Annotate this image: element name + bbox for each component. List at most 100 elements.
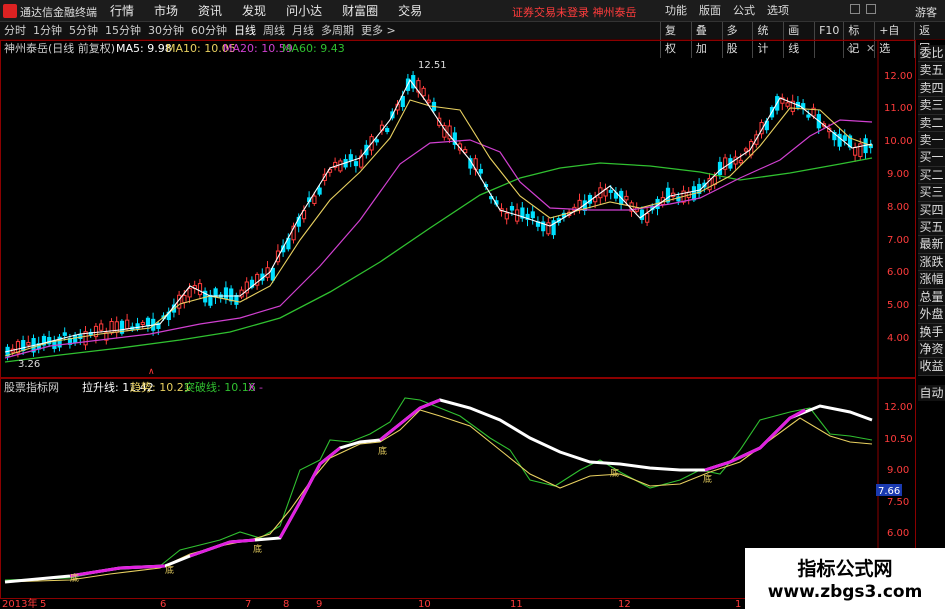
tab-daily[interactable]: 日线 (234, 22, 256, 40)
login-notice[interactable]: 证券交易未登录 神州泰岳 (512, 4, 637, 20)
y-tick: 12.00 (884, 71, 913, 82)
menu-discover[interactable]: 发现 (242, 0, 266, 22)
watermark-title: 指标公式网 (797, 558, 893, 580)
candle-body (270, 267, 275, 281)
maximize-icon[interactable] (866, 4, 876, 14)
period-tabs: 分时 1分钟 5分钟 15分钟 30分钟 60分钟 日线 周线 月线 多周期 更… (4, 22, 403, 40)
bottom-marker: 底 (610, 467, 619, 479)
sub-y-tick: 6.00 (887, 528, 909, 539)
sidebar-item[interactable]: 买一 (918, 149, 945, 167)
sidebar-item[interactable]: 最新 (918, 236, 945, 254)
sub-y-tick: 9.00 (887, 465, 909, 476)
sidebar-item[interactable]: 换手 (918, 323, 945, 341)
y-tick: 7.00 (887, 235, 909, 246)
candle-body (645, 213, 650, 223)
candle-body (374, 139, 379, 143)
menu-market[interactable]: 市场 (154, 0, 178, 22)
menu-layout[interactable]: 版面 (699, 0, 721, 22)
sub-y-tick: 10.50 (884, 434, 913, 445)
sidebar-item[interactable]: 卖五 (918, 62, 945, 80)
main-title: 神州泰岳(日线 前复权) (4, 41, 115, 55)
candle-body (743, 148, 749, 152)
sub-y-axis: 12.00 10.50 9.00 7.50 6.00 (884, 402, 913, 539)
sidebar-item[interactable]: 涨跌 (918, 253, 945, 272)
sidebar-item[interactable]: 买五 (918, 219, 945, 237)
candle-body (125, 319, 130, 330)
menu-function[interactable]: 功能 (665, 0, 687, 22)
menu-quotes[interactable]: 行情 (110, 0, 134, 22)
sidebar-item[interactable]: 总量 (918, 288, 945, 307)
candle-body (348, 154, 353, 161)
x-tick: 5 (40, 599, 46, 609)
trend-line (4, 409, 873, 583)
candle-body (639, 209, 645, 220)
tab-30min[interactable]: 30分钟 (148, 22, 184, 40)
bottom-marker: 底 (703, 473, 712, 485)
minimize-icon[interactable] (850, 4, 860, 14)
menu-trade[interactable]: 交易 (398, 0, 422, 22)
tab-monthly[interactable]: 月线 (292, 22, 314, 40)
candlestick-series (5, 71, 873, 361)
auto-button[interactable]: 自动 (918, 385, 945, 401)
tab-more[interactable]: 更多 > (361, 22, 396, 40)
menu-formula[interactable]: 公式 (733, 0, 755, 22)
tab-60min[interactable]: 60分钟 (191, 22, 227, 40)
sidebar-item[interactable]: 买四 (918, 201, 945, 220)
y-tick: 6.00 (887, 267, 909, 278)
chart-svg[interactable]: 神州泰岳(日线 前复权) MA5: 9.98 MA10: 10.05 MA20:… (0, 40, 945, 609)
candle-body (223, 287, 229, 300)
watermark-url: www.zbgs3.com (767, 582, 923, 602)
sidebar-item[interactable]: 涨幅 (918, 271, 945, 289)
sidebar-item[interactable]: 收益 (918, 358, 945, 376)
menu-assistant[interactable]: 问小达 (286, 0, 322, 22)
tab-timeshare[interactable]: 分时 (4, 22, 26, 40)
ma5-legend: MA5: 9.98 (116, 42, 172, 55)
x-tick: 11 (510, 599, 523, 609)
y-tick: 5.00 (887, 300, 909, 311)
candle-body (145, 317, 151, 327)
bottom-marker: 底 (165, 564, 174, 576)
tab-weekly[interactable]: 周线 (263, 22, 285, 40)
ma10-line (4, 99, 873, 357)
settings-icon[interactable]: ◇ (847, 42, 856, 55)
sub-title: 股票指标网 (4, 380, 59, 394)
tab-5min[interactable]: 5分钟 (69, 22, 98, 40)
sidebar-item[interactable]: 卖三 (918, 97, 945, 115)
sidebar-item[interactable]: 卖四 (918, 79, 945, 98)
x-tick: 10 (418, 599, 431, 609)
candle-body (353, 161, 359, 167)
sidebar-item[interactable]: 净资 (918, 340, 945, 359)
menu-news[interactable]: 资讯 (198, 0, 222, 22)
menu-wealth[interactable]: 财富圈 (342, 0, 378, 22)
expand-icon[interactable]: ✕ (866, 42, 875, 55)
candle-body (421, 87, 426, 97)
candle-body (504, 212, 509, 220)
high-label: 12.51 (418, 60, 447, 71)
right-menu: 功能 版面 公式 选项 (665, 0, 801, 22)
sidebar-item[interactable]: 卖二 (918, 114, 945, 133)
tab-15min[interactable]: 15分钟 (105, 22, 141, 40)
watermark: 指标公式网 www.zbgs3.com (745, 548, 945, 609)
candle-body (73, 334, 78, 344)
candle-body (26, 341, 31, 346)
menu-options[interactable]: 选项 (767, 0, 789, 22)
candle-body (182, 294, 187, 303)
sidebar-item[interactable]: 买三 (918, 184, 945, 202)
tab-multi-period[interactable]: 多周期 (321, 22, 354, 40)
chart-area[interactable]: 神州泰岳(日线 前复权) MA5: 9.98 MA10: 10.05 MA20:… (0, 40, 945, 609)
candle-body (530, 211, 535, 219)
main-y-axis: 12.00 11.00 10.00 9.00 8.00 7.00 6.00 5.… (884, 71, 913, 344)
tab-1min[interactable]: 1分钟 (33, 22, 62, 40)
sidebar-item[interactable]: 卖一 (918, 132, 945, 150)
x-tick: 7 (245, 599, 251, 609)
y-tick: 11.00 (884, 103, 913, 114)
sidebar-item[interactable]: 外盘 (918, 306, 945, 324)
candle-body (785, 102, 790, 107)
sidebar-item[interactable]: 委比 (918, 45, 945, 63)
period-toolbar: 分时 1分钟 5分钟 15分钟 30分钟 60分钟 日线 周线 月线 多周期 更… (0, 22, 945, 58)
sub-y-tick: 12.00 (884, 402, 913, 413)
lift-line-highlight (69, 564, 166, 578)
guest-label[interactable]: 游客 (915, 4, 937, 20)
sidebar-item[interactable]: 买二 (918, 166, 945, 185)
title-bar: 通达信金融终端 行情 市场 资讯 发现 问小达 财富圈 交易 证券交易未登录 神… (0, 0, 945, 22)
